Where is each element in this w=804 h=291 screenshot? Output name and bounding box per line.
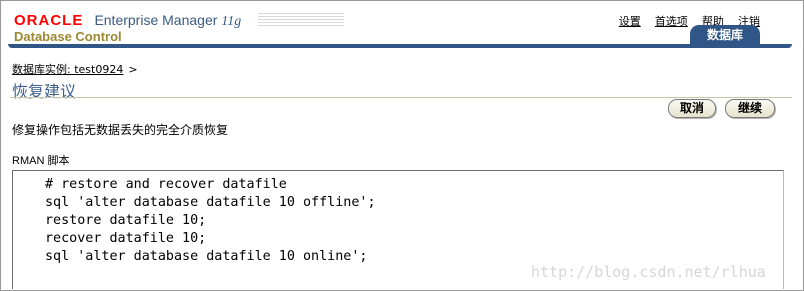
script-line: sql 'alter database datafile 10 offline'… <box>45 195 376 210</box>
repair-description: 修复操作包括无数据丢失的完全介质恢复 <box>12 123 229 137</box>
cancel-button[interactable]: 取消 <box>668 99 716 118</box>
product-version: 11g <box>221 14 242 29</box>
rman-script-content: # restore and recover datafile sql 'alte… <box>45 176 376 266</box>
script-line: restore datafile 10; <box>45 213 207 228</box>
oracle-logo: ORACLE <box>14 12 84 29</box>
product-subtitle: Database Control <box>14 29 122 44</box>
brand-logo: ORACLE Enterprise Manager 11g <box>14 10 241 30</box>
title-divider <box>10 97 792 98</box>
product-name: Enterprise Manager 11g <box>94 12 242 29</box>
header-stripes-decoration <box>258 13 344 28</box>
tab-database[interactable]: 数据库 <box>690 25 760 45</box>
product-name-text: Enterprise Manager <box>94 12 218 28</box>
breadcrumb-link-instance[interactable]: 数据库实例: test0924 <box>12 63 123 76</box>
breadcrumb-separator: > <box>128 63 138 76</box>
rman-script-label: RMAN 脚本 <box>12 155 70 167</box>
global-link-preferences[interactable]: 首选项 <box>655 15 688 28</box>
script-line: recover datafile 10; <box>45 231 207 246</box>
script-line: # restore and recover datafile <box>45 177 287 192</box>
script-line: sql 'alter database datafile 10 online'; <box>45 249 368 264</box>
watermark: http://blog.csdn.net/rlhua <box>531 263 766 281</box>
breadcrumb: 数据库实例: test0924 > <box>12 61 138 77</box>
global-link-settings[interactable]: 设置 <box>619 15 641 28</box>
continue-button[interactable]: 继续 <box>725 99 775 118</box>
header-rule <box>8 44 792 48</box>
page-title: 恢复建议 <box>12 82 77 101</box>
